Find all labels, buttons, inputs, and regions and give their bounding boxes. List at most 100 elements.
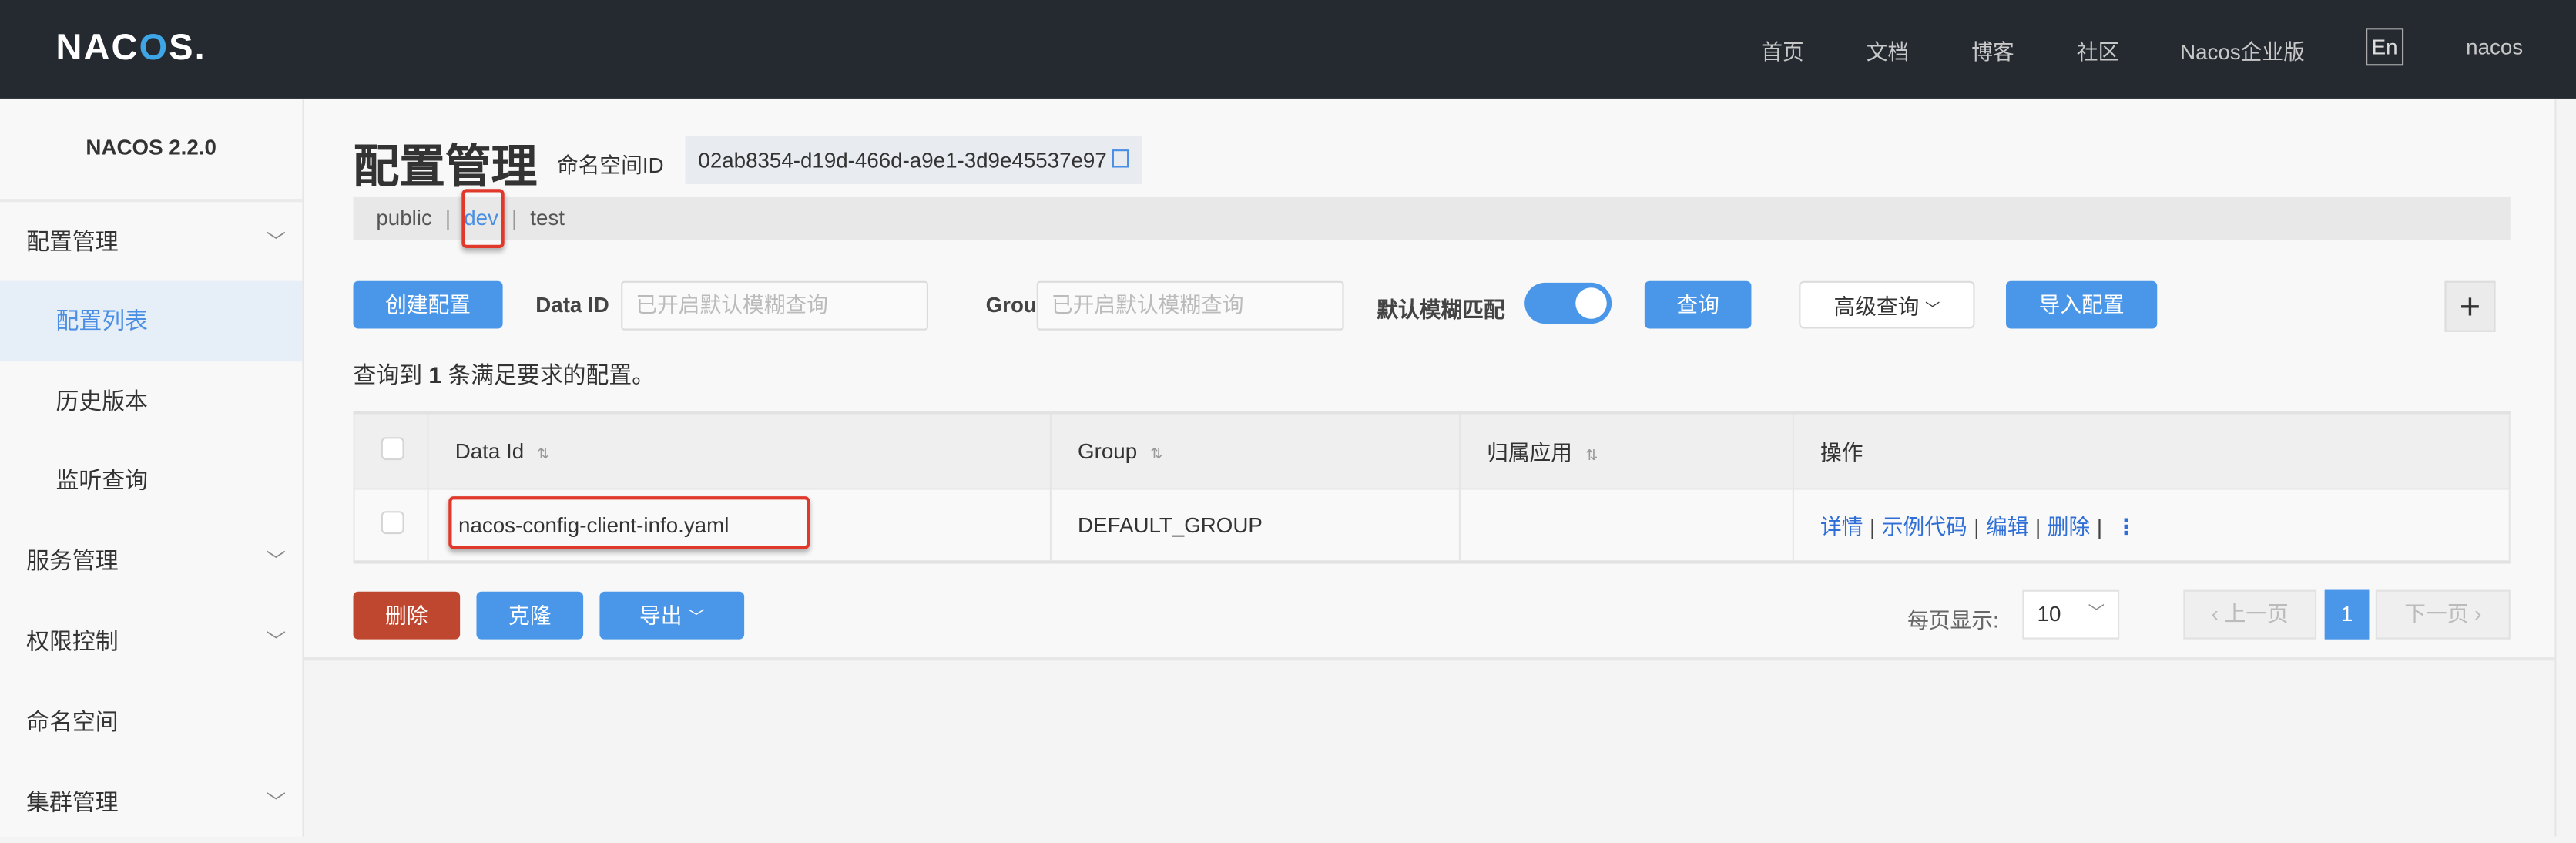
advanced-query-dropdown[interactable]: 高级查询 ﹀ (1799, 280, 1975, 329)
sidebar-item-label: 命名空间 (26, 708, 119, 735)
sidebar-item-config-management[interactable]: 配置管理 ﹀ (0, 202, 302, 283)
column-app[interactable]: 归属应用 ⇅ (1458, 411, 1794, 489)
sort-icon[interactable]: ⇅ (537, 445, 549, 461)
sidebar-item-listener-query[interactable]: 监听查询 (0, 441, 302, 522)
header-label: Group (1078, 438, 1138, 463)
next-label: 下一页 (2404, 601, 2469, 626)
result-summary: 查询到 1 条满足要求的配置。 (354, 358, 656, 391)
header-label: 归属应用 (1487, 440, 1573, 465)
namespace-id-text: 02ab8354-d19d-466d-a9e1-3d9e45537e97 (698, 147, 1107, 173)
copy-icon[interactable] (1112, 149, 1129, 168)
scrollbar[interactable] (2554, 98, 2576, 837)
page-size-select[interactable]: 10 ﹀ (2022, 589, 2120, 640)
column-group[interactable]: Group ⇅ (1049, 411, 1461, 489)
column-actions: 操作 (1792, 411, 2511, 489)
chevron-down-icon: ﹀ (266, 629, 287, 653)
chevron-down-icon: ﹀ (688, 610, 705, 628)
cell-actions: 详情 | 示例代码 | 编辑 | 删除 | ⋮ (1792, 487, 2511, 564)
header-label: Data Id (454, 438, 525, 463)
cell-app (1458, 487, 1794, 564)
nacos-logo[interactable]: NACOS. (56, 26, 206, 69)
chevron-right-icon: › (2468, 601, 2482, 626)
table-header: Data Id ⇅ Group ⇅ 归属应用 ⇅ 操作 (353, 411, 2511, 489)
chevron-down-icon: ﹀ (266, 549, 287, 573)
nav-community[interactable]: 社区 (2077, 35, 2119, 66)
main-panel: 配置管理 命名空间ID 02ab8354-d19d-466d-a9e1-3d9e… (304, 98, 2555, 661)
chevron-down-icon: ﹀ (2088, 604, 2105, 623)
separator: | (444, 205, 451, 230)
edit-link[interactable]: 编辑 (1986, 514, 2028, 539)
export-dropdown[interactable]: 导出 ﹀ (599, 591, 745, 640)
advanced-query-label: 高级查询 (1833, 294, 1920, 319)
fuzzy-match-toggle[interactable] (1524, 282, 1612, 324)
create-config-button[interactable]: 创建配置 (353, 280, 503, 329)
sidebar-item-label: 集群管理 (26, 788, 119, 815)
sort-icon[interactable]: ⇅ (1150, 445, 1162, 461)
data-id-label: Data ID (535, 292, 609, 317)
namespace-tab-test[interactable]: test (530, 206, 565, 230)
fuzzy-match-label: 默认模糊匹配 (1377, 297, 1505, 323)
sidebar-item-history[interactable]: 历史版本 (0, 361, 302, 442)
sidebar-item-service-management[interactable]: 服务管理 ﹀ (0, 521, 302, 602)
nav-home[interactable]: 首页 (1761, 35, 1803, 66)
result-prefix: 查询到 (353, 361, 429, 388)
chevron-down-icon: ﹀ (266, 790, 287, 814)
add-icon[interactable]: + (2444, 280, 2496, 332)
toggle-knob (1575, 287, 1607, 319)
chevron-left-icon: ‹ (2211, 601, 2225, 626)
page-size-label: 每页显示: (1907, 608, 1999, 633)
page-title: 配置管理 (353, 141, 538, 193)
nav-docs[interactable]: 文档 (1867, 35, 1909, 66)
sidebar-item-label: 历史版本 (55, 388, 148, 415)
clone-button[interactable]: 克隆 (476, 591, 584, 640)
namespace-tab-public[interactable]: public (376, 206, 431, 230)
row-checkbox[interactable] (381, 510, 404, 534)
namespace-tabs: public | dev | test (353, 196, 2511, 240)
sidebar-item-cluster-management[interactable]: 集群管理 ﹀ (0, 763, 302, 843)
header-label: 操作 (1820, 440, 1863, 465)
nav-blog[interactable]: 博客 (1971, 35, 2014, 66)
page-size-value: 10 (2037, 601, 2061, 626)
delete-link[interactable]: 删除 (2048, 514, 2090, 539)
export-label: 导出 (639, 603, 683, 628)
namespace-id-value: 02ab8354-d19d-466d-a9e1-3d9e45537e97 (685, 136, 1142, 184)
next-page-button[interactable]: 下一页 › (2375, 589, 2511, 640)
user-menu[interactable]: nacos (2466, 35, 2523, 59)
sample-code-link[interactable]: 示例代码 (1882, 514, 1967, 539)
query-button[interactable]: 查询 (1644, 280, 1752, 329)
result-suffix: 条满足要求的配置。 (441, 361, 656, 388)
sort-icon[interactable]: ⇅ (1585, 447, 1598, 463)
sidebar-item-label: 权限控制 (26, 627, 119, 654)
result-count: 1 (428, 361, 442, 388)
details-link[interactable]: 详情 (1820, 514, 1863, 539)
sidebar-item-namespace[interactable]: 命名空间 (0, 682, 302, 763)
version-label: NACOS 2.2.0 (86, 134, 216, 160)
language-toggle[interactable]: En (2366, 28, 2404, 66)
sidebar-item-label: 监听查询 (55, 466, 148, 493)
namespace-id-label: 命名空间ID (556, 153, 664, 178)
highlight-box-dev (461, 189, 505, 249)
cell-group: DEFAULT_GROUP (1049, 487, 1461, 564)
sidebar-item-label: 配置管理 (26, 228, 119, 255)
sidebar-item-access-control[interactable]: 权限控制 ﹀ (0, 602, 302, 683)
data-id-input[interactable]: 已开启默认模糊查询 (621, 280, 928, 331)
column-data-id[interactable]: Data Id ⇅ (427, 411, 1052, 489)
sidebar-item-config-list[interactable]: 配置列表 (0, 280, 303, 362)
nav-enterprise[interactable]: Nacos企业版 (2180, 35, 2305, 66)
sidebar-item-label: 配置列表 (55, 307, 148, 334)
separator: | (511, 205, 518, 230)
sidebar-item-label: 服务管理 (26, 547, 119, 574)
import-config-button[interactable]: 导入配置 (2006, 280, 2158, 329)
select-all-checkbox[interactable] (381, 436, 404, 460)
top-header: NACOS. 首页 文档 博客 社区 Nacos企业版 En nacos (0, 0, 2576, 99)
page-1-button[interactable]: 1 (2324, 589, 2370, 640)
delete-button[interactable]: 删除 (353, 591, 461, 640)
chevron-down-icon: ﹀ (1925, 301, 1940, 317)
more-icon[interactable]: ⋮ (2115, 514, 2137, 539)
sidebar: NACOS 2.2.0 配置管理 ﹀ 配置列表 历史版本 监听查询 服务管理 ﹀ 权… (0, 98, 304, 837)
prev-label: 上一页 (2224, 601, 2289, 626)
group-input[interactable]: 已开启默认模糊查询 (1036, 280, 1344, 331)
highlight-box-data-id (448, 496, 810, 549)
chevron-down-icon: ﹀ (266, 230, 287, 254)
prev-page-button[interactable]: ‹ 上一页 (2183, 589, 2317, 640)
